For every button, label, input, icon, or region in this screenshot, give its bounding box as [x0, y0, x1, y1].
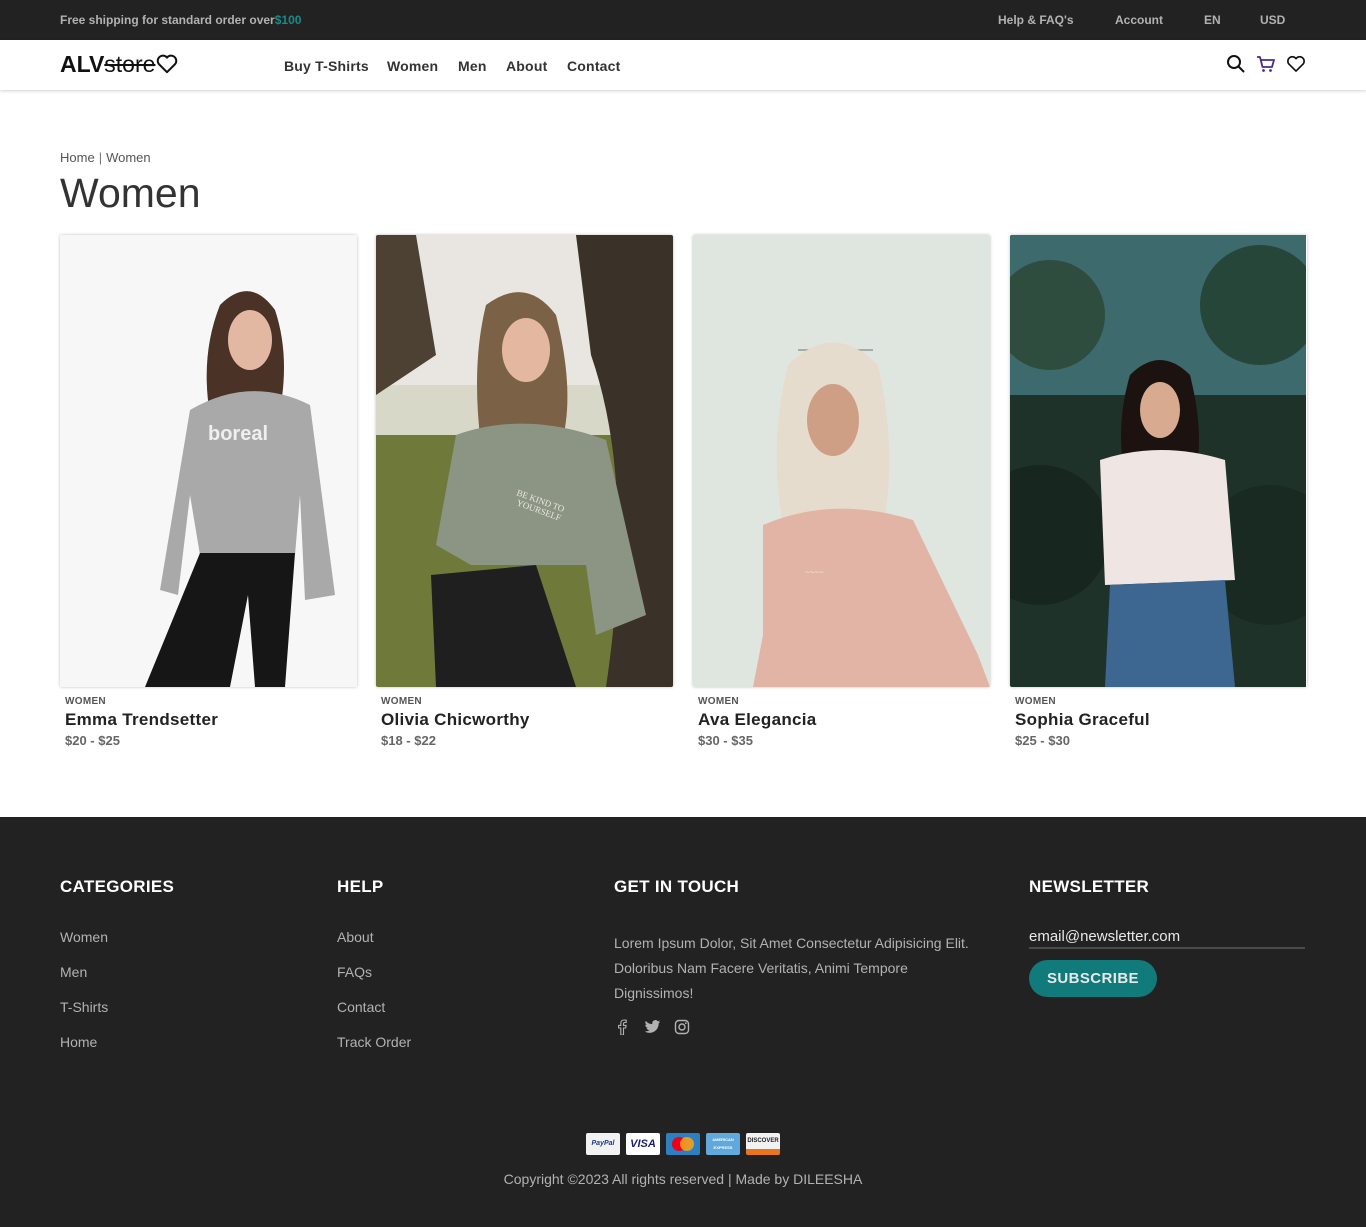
breadcrumb: Home | Women	[60, 150, 151, 165]
footer-newsletter: NEWSLETTER email@newsletter.com SUBSCRIB…	[1029, 877, 1305, 997]
product-price: $25 - $30	[1015, 733, 1070, 748]
social-links	[614, 1019, 984, 1036]
product-category: WOMEN	[65, 696, 106, 707]
instagram-icon[interactable]	[674, 1019, 690, 1035]
facebook-icon[interactable]	[614, 1019, 630, 1036]
product-price: $30 - $35	[698, 733, 753, 748]
footer-link-about[interactable]: About	[337, 929, 411, 945]
product-card[interactable]: ~~~~ WOMEN Ava Elegancia $30 - $35	[693, 235, 990, 748]
product-name[interactable]: Sophia Graceful	[1015, 710, 1307, 730]
product-category: WOMEN	[698, 696, 739, 707]
help-faq-link[interactable]: Help & FAQ's	[998, 13, 1074, 27]
footer-link-home[interactable]: Home	[60, 1034, 174, 1050]
currency-selector[interactable]: USD	[1260, 13, 1285, 27]
product-category: WOMEN	[1015, 696, 1056, 707]
shipping-text: Free shipping for standard order over	[60, 13, 275, 27]
language-selector[interactable]: EN	[1204, 13, 1221, 27]
product-card[interactable]: WOMEN Sophia Graceful $25 - $30	[1010, 235, 1307, 748]
product-image[interactable]	[1010, 235, 1307, 687]
header: ALVstore Buy T-Shirts Women Men About Co…	[0, 40, 1366, 90]
product-name[interactable]: Emma Trendsetter	[65, 710, 357, 730]
footer-categories: CATEGORIES Women Men T-Shirts Home	[60, 877, 174, 1050]
newsletter-email-input[interactable]: email@newsletter.com	[1029, 928, 1305, 949]
logo[interactable]: ALVstore	[60, 51, 178, 80]
footer-help: HELP About FAQs Contact Track Order	[337, 877, 411, 1050]
copyright: Copyright ©2023 All rights reserved | Ma…	[503, 1171, 863, 1187]
footer-link-women[interactable]: Women	[60, 929, 174, 945]
product-name[interactable]: Olivia Chicworthy	[381, 710, 673, 730]
footer-link-contact[interactable]: Contact	[337, 999, 411, 1015]
logo-strike: store	[104, 51, 156, 77]
footer-get-in-touch: GET IN TOUCH Lorem Ipsum Dolor, Sit Amet…	[614, 877, 984, 1036]
footer-touch-text: Lorem Ipsum Dolor, Sit Amet Consectetur …	[614, 935, 969, 1001]
product-image[interactable]: BE KIND TO YOURSELF	[376, 235, 673, 687]
twitter-icon[interactable]	[644, 1019, 661, 1035]
subscribe-button[interactable]: SUBSCRIBE	[1029, 960, 1157, 997]
visa-icon: VISA	[626, 1133, 660, 1155]
page-title: Women	[60, 170, 201, 216]
search-icon[interactable]	[1226, 54, 1246, 74]
nav-men[interactable]: Men	[458, 58, 487, 74]
footer-link-tshirts[interactable]: T-Shirts	[60, 999, 174, 1015]
footer-link-men[interactable]: Men	[60, 964, 174, 980]
shipping-notice: Free shipping for standard order over$10…	[60, 13, 301, 27]
paypal-icon: PayPal	[586, 1133, 620, 1155]
nav-women[interactable]: Women	[387, 58, 438, 74]
footer-link-faqs[interactable]: FAQs	[337, 964, 411, 980]
svg-text:boreal: boreal	[208, 423, 268, 445]
top-bar: Free shipping for standard order over$10…	[0, 0, 1366, 40]
product-card[interactable]: BE KIND TO YOURSELF WOMEN Olivia Chicwor…	[376, 235, 673, 748]
breadcrumb-separator: |	[98, 150, 103, 165]
product-price: $20 - $25	[65, 733, 120, 748]
product-card[interactable]: boreal WOMEN Emma Trendsetter $20 - $25	[60, 235, 357, 748]
product-name[interactable]: Ava Elegancia	[698, 710, 990, 730]
payment-methods: PayPal VISA AMERICAN EXPRESS DISCOVER	[586, 1133, 780, 1155]
shipping-amount: $100	[274, 13, 302, 27]
discover-icon: DISCOVER	[746, 1133, 780, 1155]
footer-newsletter-title: NEWSLETTER	[1029, 877, 1150, 896]
product-category: WOMEN	[381, 696, 422, 707]
logo-heart-icon	[156, 53, 178, 80]
mastercard-icon	[666, 1133, 700, 1155]
nav-about[interactable]: About	[506, 58, 547, 74]
svg-text:~~~~: ~~~~	[805, 568, 824, 577]
breadcrumb-current: Women	[106, 150, 151, 165]
footer: CATEGORIES Women Men T-Shirts Home HELP …	[0, 817, 1366, 1227]
footer-link-track-order[interactable]: Track Order	[337, 1034, 411, 1050]
account-link[interactable]: Account	[1115, 13, 1163, 27]
product-price: $18 - $22	[381, 733, 436, 748]
nav-contact[interactable]: Contact	[567, 58, 621, 74]
footer-touch-title: GET IN TOUCH	[614, 877, 740, 896]
logo-bold: ALV	[60, 51, 105, 77]
footer-help-title: HELP	[337, 877, 384, 896]
cart-icon[interactable]	[1256, 54, 1276, 74]
footer-categories-title: CATEGORIES	[60, 877, 175, 896]
product-image[interactable]: ~~~~	[693, 235, 990, 687]
wishlist-heart-icon[interactable]	[1286, 54, 1306, 74]
product-image[interactable]: boreal	[60, 235, 357, 687]
nav-buy-tshirts[interactable]: Buy T-Shirts	[284, 58, 369, 74]
amex-icon: AMERICAN EXPRESS	[706, 1133, 740, 1155]
breadcrumb-home[interactable]: Home	[60, 150, 95, 165]
